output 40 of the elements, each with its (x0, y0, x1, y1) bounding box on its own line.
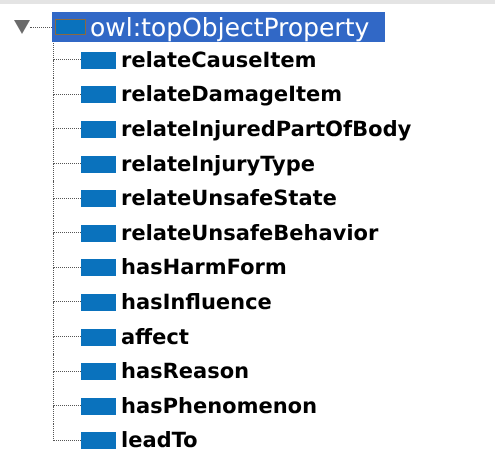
tree-item-label: hasReason (121, 361, 250, 382)
tree-item[interactable]: hasPhenomenon (81, 391, 322, 422)
tree-item-label: relateInjuredPartOfBody (121, 118, 412, 140)
property-icon (81, 432, 116, 450)
property-icon (81, 294, 116, 311)
property-icon (81, 190, 116, 208)
property-icon (81, 120, 116, 138)
property-icon (81, 86, 116, 104)
tree-item-label: leadTo (121, 430, 198, 452)
tree-item-label: hasInfluence (121, 292, 272, 313)
tree-item-label: affect (121, 326, 189, 348)
tree-item[interactable]: relateUnsafeState (81, 184, 341, 214)
tree-item-label: relateUnsafeBehavior (121, 222, 378, 244)
tree-item-label: relateDamageItem (121, 84, 342, 106)
tree-item-label: relateInjuryType (121, 154, 316, 175)
tree-item[interactable]: hasReason (81, 356, 254, 387)
tree-item[interactable]: relateCauseItem (81, 45, 321, 76)
tree-item[interactable]: affect (81, 322, 193, 352)
tree-item-label: owl:topObjectProperty (90, 14, 370, 40)
tree-item-label: hasHarmForm (121, 257, 287, 278)
property-icon (81, 328, 116, 346)
property-icon (81, 259, 116, 276)
tree-item[interactable]: hasHarmForm (81, 252, 291, 283)
collapse-icon[interactable] (14, 20, 30, 34)
tree-item[interactable]: relateInjuryType (81, 149, 320, 180)
tree-item-label: hasPhenomenon (121, 396, 318, 417)
property-icon (81, 156, 116, 173)
property-icon (81, 52, 116, 69)
tree-item[interactable]: relateDamageItem (81, 80, 346, 110)
tree-item[interactable]: leadTo (81, 426, 202, 455)
property-icon (81, 398, 116, 415)
property-icon (81, 363, 116, 380)
tree-item[interactable]: owl:topObjectProperty (52, 12, 386, 42)
tree-item-label: relateUnsafeState (121, 188, 337, 210)
tree-item-label: relateCauseItem (121, 50, 317, 71)
property-icon (55, 19, 86, 35)
property-icon (81, 224, 116, 242)
tree-item[interactable]: relateInjuredPartOfBody (81, 114, 416, 144)
tree-item[interactable]: relateUnsafeBehavior (81, 218, 382, 248)
tree-item[interactable]: hasInfluence (81, 287, 276, 318)
